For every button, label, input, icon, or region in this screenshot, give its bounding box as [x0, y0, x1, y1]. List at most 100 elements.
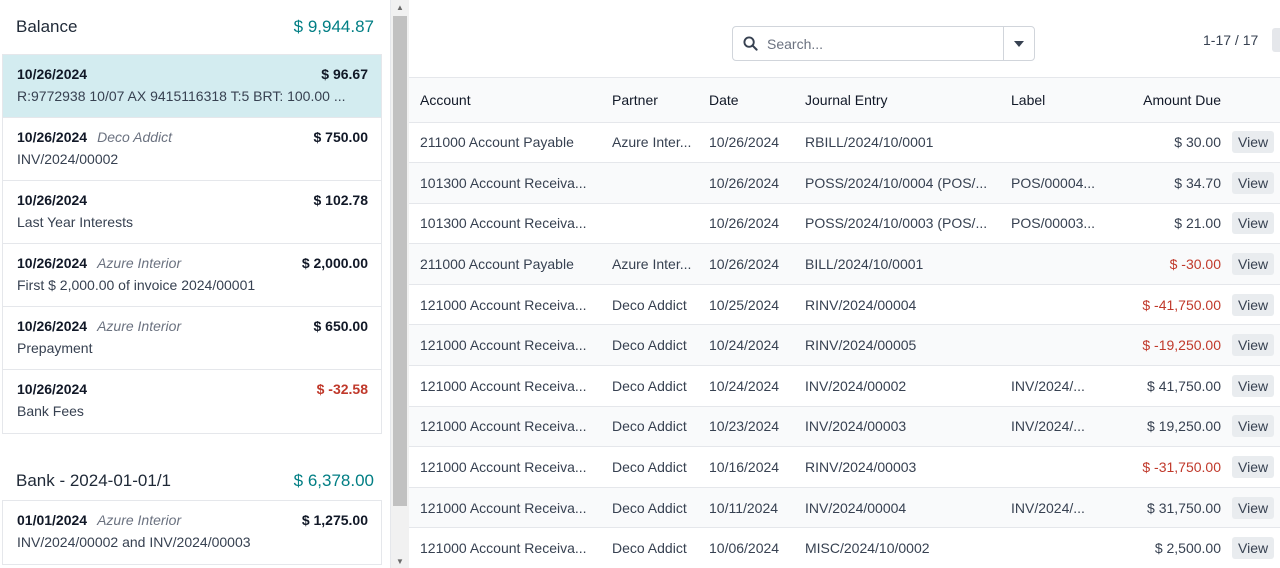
cell-date: 10/26/2024 [698, 203, 794, 245]
view-button[interactable]: View [1232, 334, 1275, 357]
statement-line-date: 10/26/2024 [17, 255, 88, 271]
table-row[interactable]: 121000 Account Receiva... Deco Addict 10/1… [409, 487, 1280, 529]
amls-table: Account Partner Date Journal Entry Label… [409, 78, 1280, 568]
table-row[interactable]: 121000 Account Receiva... Deco Addict 10/2… [409, 284, 1280, 326]
table-row[interactable]: 211000 Account Payable Azure Inter... 10/2… [409, 243, 1280, 285]
table-row[interactable]: 211000 Account Payable Azure Inter... 10/2… [409, 122, 1280, 164]
scrollbar-thumb[interactable] [393, 16, 407, 506]
bank-group-title: Bank - 2024-01-01/1 [16, 471, 171, 490]
balance-group-header[interactable]: Balance $ 9,944.87 [0, 0, 390, 54]
balance-group-title: Balance [16, 17, 78, 36]
view-button[interactable]: View [1232, 171, 1275, 194]
balance-lines-list: 10/26/2024 $ 96.67 R:9772938 10/07 AX 9415… [2, 54, 382, 434]
table-row[interactable]: 101300 Account Receiva... 10/26/2024 POSS/… [409, 162, 1280, 204]
cell-account: 121000 Account Receiva... [409, 406, 601, 448]
cell-journal-entry: INV/2024/00003 [794, 406, 1000, 448]
bank-group-header[interactable]: Bank - 2024-01-01/1 $ 6,378.00 [0, 442, 390, 500]
statement-line-meta: 10/26/2024 Azure Interior [17, 318, 181, 334]
cell-partner: Deco Addict [601, 284, 698, 326]
control-panel: 1-17 / 17 [409, 0, 1280, 78]
view-button[interactable]: View [1232, 131, 1275, 154]
view-button[interactable]: View [1232, 253, 1275, 276]
cell-date: 10/25/2024 [698, 284, 794, 326]
statement-line-date: 10/26/2024 [17, 192, 88, 208]
table-row[interactable]: 121000 Account Receiva... Deco Addict 10/0… [409, 527, 1280, 568]
cell-account: 101300 Account Receiva... [409, 203, 601, 245]
statement-line-label: First $ 2,000.00 of invoice 2024/00001 [17, 277, 256, 293]
search-options-toggle[interactable] [1003, 27, 1034, 60]
statement-line-label: INV/2024/00002 and INV/2024/00003 [17, 534, 251, 550]
table-row[interactable]: 121000 Account Receiva... Deco Addict 10/2… [409, 324, 1280, 367]
view-button[interactable]: View [1232, 293, 1275, 316]
cell-actions: View [1232, 365, 1280, 407]
statement-line-label: R:9772938 10/07 AX 9415116318 T:5 BRT: 1… [17, 88, 346, 104]
statement-line-header: 10/26/2024 $ 96.67 [17, 66, 368, 82]
column-header-partner[interactable]: Partner [601, 78, 698, 123]
view-button[interactable]: View [1232, 456, 1275, 479]
cell-actions: View [1232, 487, 1280, 529]
view-button[interactable]: View [1232, 374, 1275, 397]
view-button[interactable]: View [1232, 537, 1275, 560]
statement-line[interactable]: 10/26/2024 $ 102.78 Last Year Interests [3, 181, 381, 244]
pager-value[interactable]: 1-17 / 17 [1203, 32, 1258, 48]
cell-date: 10/26/2024 [698, 243, 794, 285]
view-button[interactable]: View [1232, 415, 1275, 438]
pager-previous-button[interactable] [1272, 28, 1280, 52]
cell-journal-entry: MISC/2024/10/0002 [794, 527, 1000, 568]
view-button[interactable]: View [1232, 496, 1275, 519]
cell-date: 10/26/2024 [698, 162, 794, 204]
column-header-date[interactable]: Date [698, 78, 794, 123]
statement-line-date: 10/26/2024 [17, 381, 88, 397]
search-bar[interactable] [732, 26, 1035, 61]
statement-line[interactable]: 10/26/2024 Deco Addict $ 750.00 INV/2024/00… [3, 118, 381, 181]
cell-date: 10/11/2024 [698, 487, 794, 529]
cell-account: 211000 Account Payable [409, 243, 601, 285]
statement-line[interactable]: 10/26/2024 $ -32.58 Bank Fees [3, 370, 381, 433]
cell-label [1000, 446, 1111, 488]
column-header-label[interactable]: Label [1000, 78, 1111, 123]
statement-line[interactable]: 10/26/2024 Azure Interior $ 650.00 Prepayme… [3, 307, 381, 370]
cell-label [1000, 284, 1111, 326]
column-header-amount-due[interactable]: Amount Due [1111, 78, 1232, 123]
cell-label [1000, 324, 1111, 367]
statement-line-header: 10/26/2024 $ -32.58 [17, 381, 368, 397]
scroll-down-arrow-icon[interactable]: ▼ [391, 554, 409, 568]
statement-line[interactable]: 10/26/2024 $ 96.67 R:9772938 10/07 AX 9415… [3, 55, 381, 118]
cell-amount-due: $ -19,250.00 [1111, 324, 1232, 367]
cell-amount-due: $ 31,750.00 [1111, 487, 1232, 529]
cell-partner: Deco Addict [601, 324, 698, 367]
column-header-account[interactable]: Account [409, 78, 601, 123]
cell-journal-entry: RINV/2024/00005 [794, 324, 1000, 367]
cell-journal-entry: POSS/2024/10/0004 (POS/... [794, 162, 1000, 204]
table-row[interactable]: 121000 Account Receiva... Deco Addict 10/2… [409, 406, 1280, 448]
table-row[interactable]: 121000 Account Receiva... Deco Addict 10/1… [409, 446, 1280, 488]
table-row[interactable]: 101300 Account Receiva... 10/26/2024 POSS/… [409, 203, 1280, 245]
statement-line-date: 01/01/2024 [17, 512, 88, 528]
view-button[interactable]: View [1232, 212, 1275, 235]
matching-entries-panel: 1-17 / 17 Account Partner Date Journal E… [409, 0, 1280, 568]
search-input[interactable] [767, 27, 1003, 60]
table-row[interactable]: 121000 Account Receiva... Deco Addict 10/2… [409, 365, 1280, 407]
cell-amount-due: $ 2,500.00 [1111, 527, 1232, 568]
statement-line-partner: Azure Interior [97, 512, 182, 528]
statement-line-amount: $ 650.00 [313, 318, 369, 334]
search-icon[interactable] [733, 36, 767, 51]
cell-partner: Deco Addict [601, 487, 698, 529]
cell-partner [601, 203, 698, 245]
left-panel-scrollbar[interactable]: ▲ ▼ [390, 0, 409, 568]
caret-down-icon [1014, 40, 1024, 47]
scroll-up-arrow-icon[interactable]: ▲ [391, 0, 409, 14]
cell-amount-due: $ 34.70 [1111, 162, 1232, 204]
cell-actions: View [1232, 243, 1280, 285]
statement-line[interactable]: 01/01/2024 Azure Interior $ 1,275.00 INV/20… [3, 501, 381, 564]
statement-line[interactable]: 10/26/2024 Azure Interior $ 2,000.00 First … [3, 244, 381, 307]
cell-journal-entry: RINV/2024/00003 [794, 446, 1000, 488]
cell-account: 121000 Account Receiva... [409, 365, 601, 407]
column-header-journal-entry[interactable]: Journal Entry [794, 78, 1000, 123]
statement-line-amount: $ 750.00 [313, 129, 369, 145]
cell-amount-due: $ -30.00 [1111, 243, 1232, 285]
cell-amount-due: $ -41,750.00 [1111, 284, 1232, 326]
cell-amount-due: $ 41,750.00 [1111, 365, 1232, 407]
cell-label [1000, 243, 1111, 285]
statement-line-label: Prepayment [17, 340, 93, 356]
